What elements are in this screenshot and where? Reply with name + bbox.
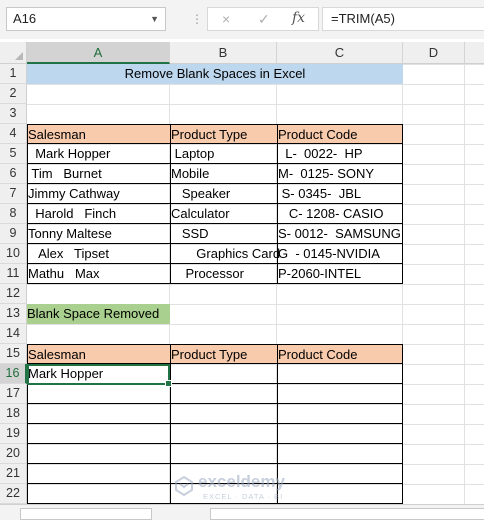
table1-cell-product-code[interactable]: L- 0022- HP: [277, 143, 403, 164]
row-header[interactable]: 6: [0, 164, 27, 184]
watermark-tagline: EXCEL · DATA · BI: [203, 492, 284, 501]
table2-cell-product-code[interactable]: [277, 383, 403, 404]
table2-header-product-type[interactable]: Product Type: [170, 344, 278, 364]
table1-cell-salesman[interactable]: Alex Tipset: [27, 243, 171, 264]
table2-cell-product-code[interactable]: [277, 403, 403, 424]
formula-buttons: × ✓ fx: [207, 7, 319, 31]
row-header[interactable]: 4: [0, 124, 27, 144]
drag-handle-icon[interactable]: ⋮: [191, 12, 204, 26]
table2-header-product-code[interactable]: Product Code: [277, 344, 403, 364]
table2-cell-salesman[interactable]: [27, 483, 171, 504]
grid-line: [464, 64, 465, 504]
horizontal-scrollbar[interactable]: [210, 508, 484, 520]
cancel-icon[interactable]: ×: [222, 11, 230, 27]
row-header[interactable]: 12: [0, 284, 27, 304]
watermark: exceldemy EXCEL · DATA · BI: [170, 472, 320, 506]
row-header[interactable]: 7: [0, 184, 27, 204]
table1-cell-product-type[interactable]: Processor: [170, 263, 278, 284]
column-header-a[interactable]: A: [27, 42, 170, 64]
row-header[interactable]: 21: [0, 464, 27, 484]
table2-cell-product-code[interactable]: [277, 363, 403, 384]
table1-cell-product-code[interactable]: S- 0012- SAMSUNG: [277, 223, 403, 244]
row-header[interactable]: 13: [0, 304, 27, 324]
formula-bar-area: A16 ▼ ⋮ × ✓ fx =TRIM(A5): [0, 0, 484, 39]
row-header[interactable]: 17: [0, 384, 27, 404]
table2-cell-salesman[interactable]: [27, 423, 171, 444]
row-header[interactable]: 15: [0, 344, 27, 364]
table1-cell-product-code[interactable]: P-2060-INTEL: [277, 263, 403, 284]
table1-header-product-type[interactable]: Product Type: [170, 124, 278, 144]
table1-cell-salesman[interactable]: Mathu Max: [27, 263, 171, 284]
row-header[interactable]: 16: [0, 364, 27, 384]
row-header[interactable]: 5: [0, 144, 27, 164]
table1-header-product-code[interactable]: Product Code: [277, 124, 403, 144]
table1-cell-salesman[interactable]: Mark Hopper: [27, 143, 171, 164]
table2-cell-salesman[interactable]: [27, 463, 171, 484]
sheet-tabs-bar: [0, 504, 484, 520]
table1-cell-product-type[interactable]: Mobile: [170, 163, 278, 184]
table2-cell-product-type[interactable]: [170, 403, 278, 424]
column-header-c[interactable]: C: [277, 42, 403, 64]
table1-cell-salesman[interactable]: Harold Finch: [27, 203, 171, 224]
row-header[interactable]: 18: [0, 404, 27, 424]
table1-cell-product-type[interactable]: SSD: [170, 223, 278, 244]
name-box[interactable]: A16 ▼: [6, 7, 166, 31]
table1-cell-product-code[interactable]: S- 0345- JBL: [277, 183, 403, 204]
table2-cell-salesman[interactable]: [27, 443, 171, 464]
table1-cell-product-type[interactable]: Graphics Card: [170, 243, 280, 264]
table2-cell-salesman[interactable]: [27, 383, 171, 404]
table1-cell-product-code[interactable]: G - 0145-NVIDIA: [277, 243, 403, 264]
active-cell-selection[interactable]: [27, 364, 172, 387]
row-header[interactable]: 22: [0, 484, 27, 504]
column-header-d[interactable]: D: [403, 42, 465, 64]
sheet-title[interactable]: Remove Blank Spaces in Excel: [27, 64, 403, 84]
table2-cell-product-type[interactable]: [170, 363, 278, 384]
section-label[interactable]: Blank Space Removed: [27, 304, 170, 324]
table2-cell-product-code[interactable]: [277, 423, 403, 444]
chevron-down-icon[interactable]: ▼: [150, 8, 159, 30]
fill-handle[interactable]: [165, 380, 172, 387]
row-header[interactable]: 2: [0, 84, 27, 104]
table1-cell-product-code[interactable]: C- 1208- CASIO: [277, 203, 403, 224]
table2-cell-product-type[interactable]: [170, 443, 278, 464]
row-header[interactable]: 14: [0, 324, 27, 344]
row-header[interactable]: 3: [0, 104, 27, 124]
column-header-b[interactable]: B: [170, 42, 277, 64]
watermark-name: exceldemy: [198, 472, 285, 491]
insert-function-icon[interactable]: fx: [292, 10, 305, 26]
table2-cell-product-type[interactable]: [170, 423, 278, 444]
formula-input[interactable]: =TRIM(A5): [322, 7, 484, 31]
table2-cell-salesman[interactable]: [27, 403, 171, 424]
table1-cell-product-type[interactable]: Laptop: [170, 143, 278, 164]
table1-cell-salesman[interactable]: Tim Burnet: [27, 163, 171, 184]
table1-cell-product-type[interactable]: Calculator: [170, 203, 278, 224]
table2-header-salesman[interactable]: Salesman: [27, 344, 171, 364]
column-header-e[interactable]: [465, 42, 484, 64]
row-header[interactable]: 8: [0, 204, 27, 224]
select-all-corner[interactable]: [0, 42, 27, 64]
table2-cell-product-type[interactable]: [170, 383, 278, 404]
enter-icon[interactable]: ✓: [258, 11, 270, 28]
table1-header-salesman[interactable]: Salesman: [27, 124, 171, 144]
row-header[interactable]: 10: [0, 244, 27, 264]
row-header[interactable]: 1: [0, 64, 27, 84]
row-header[interactable]: 9: [0, 224, 27, 244]
row-header[interactable]: 19: [0, 424, 27, 444]
table1-cell-product-code[interactable]: M- 0125- SONY: [277, 163, 403, 184]
row-header[interactable]: 20: [0, 444, 27, 464]
table1-cell-product-type[interactable]: Speaker: [170, 183, 278, 204]
table1-cell-salesman[interactable]: Tonny Maltese: [27, 223, 171, 244]
exceldemy-logo-icon: [175, 476, 193, 496]
table2-cell-product-code[interactable]: [277, 443, 403, 464]
table1-cell-salesman[interactable]: Jimmy Cathway: [27, 183, 171, 204]
row-header[interactable]: 11: [0, 264, 27, 284]
name-box-value: A16: [13, 11, 37, 26]
sheet-tab[interactable]: [20, 508, 152, 520]
